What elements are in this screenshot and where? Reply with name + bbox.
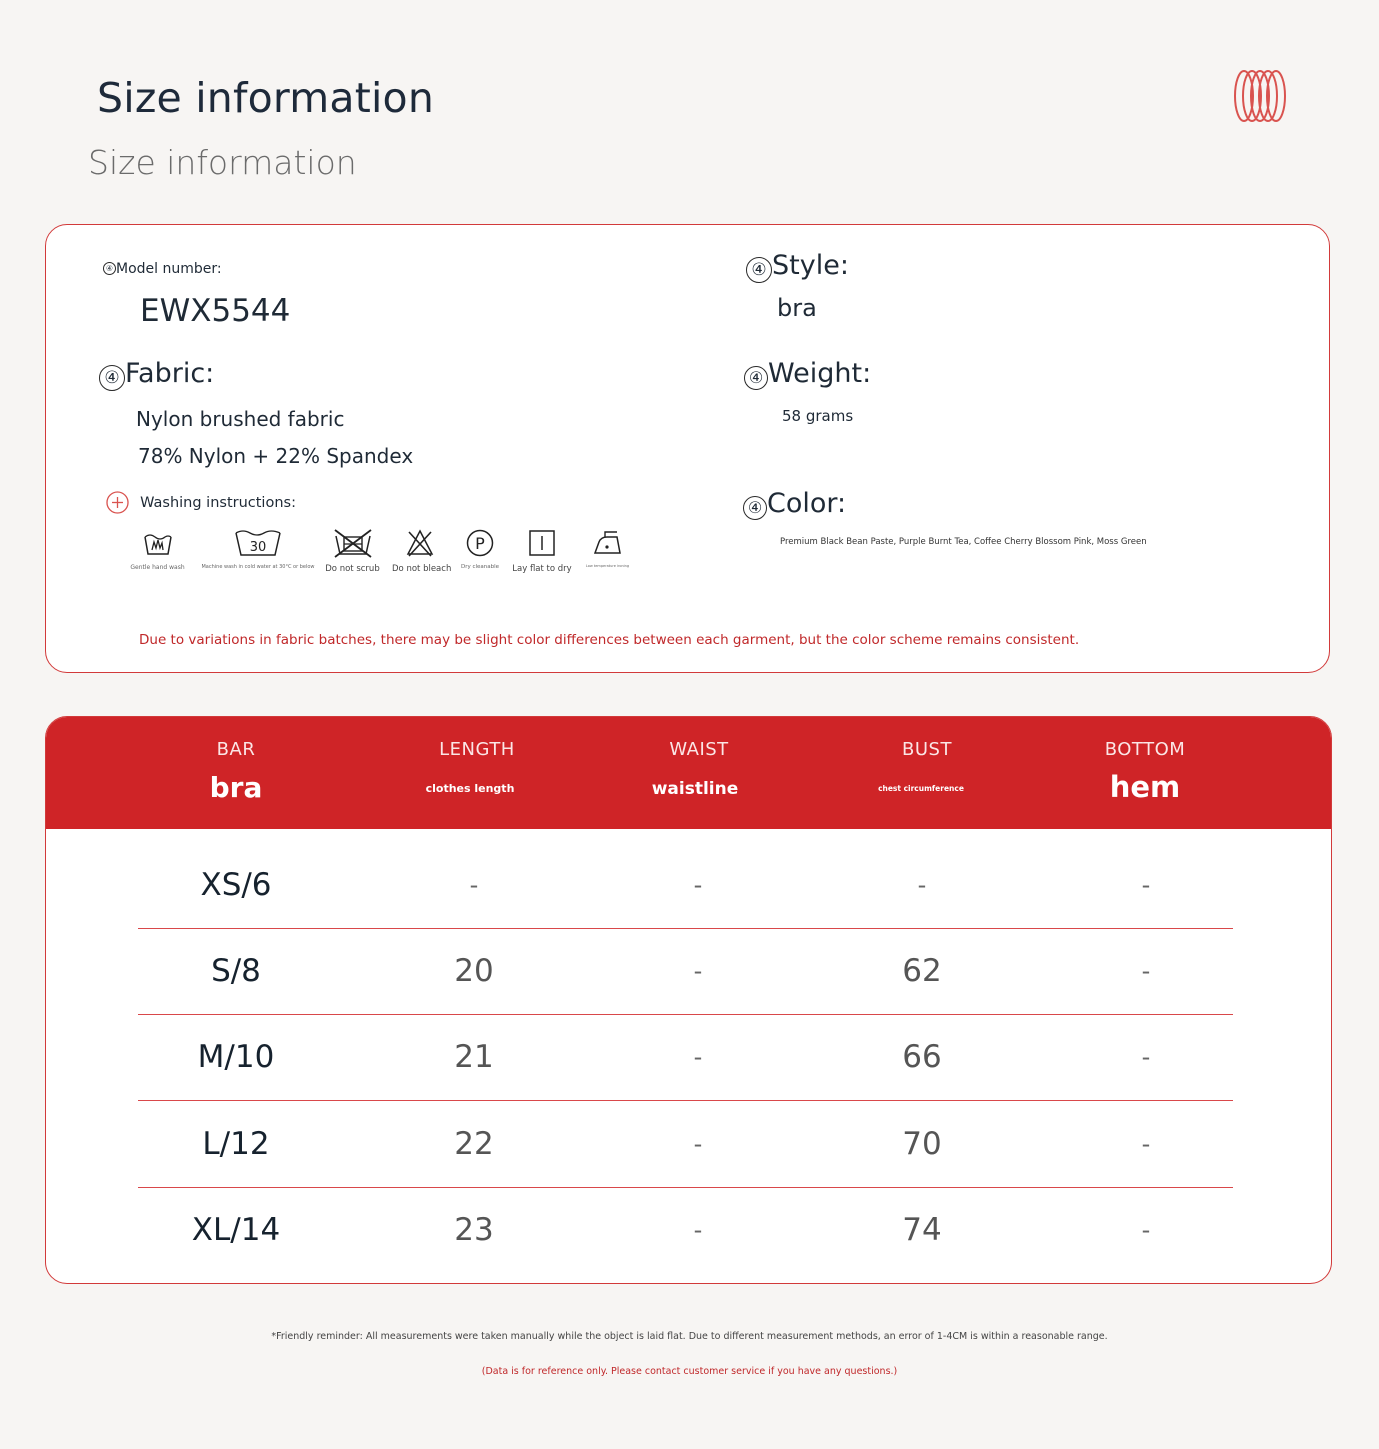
care-lay-flat-dry: Lay flat to dry [512,528,572,574]
measurement-cell: - [693,1130,703,1158]
hand-wash-icon [143,534,172,555]
bullet-icon: ④ [103,262,116,275]
table-row: XS/6 - - - - [138,842,1233,929]
care-low-iron: Low temperature ironing [580,528,635,568]
reference-note: (Data is for reference only. Please cont… [481,1366,898,1377]
bullet-icon: ④ [99,364,125,391]
table-row: L/12 22 - 70 - [138,1101,1233,1188]
bullet-icon: ④ [744,365,768,390]
size-table-header: BAR bra LENGTH clothes length WAIST wais… [46,717,1331,829]
svg-text:30: 30 [250,540,267,555]
table-row: M/10 21 - 66 - [138,1014,1233,1101]
model-number-label: ④ Model number: [103,258,222,277]
plus-circle-icon [106,491,129,514]
measurement-cell: 70 [902,1126,942,1162]
dry-clean-icon: P [466,529,494,557]
measurement-cell: - [1141,1043,1151,1071]
measurement-cell: - [693,1043,703,1071]
care-dry-clean: P Dry cleanable [455,528,505,570]
style-value: bra [777,294,817,322]
color-label: ④ Color: [743,488,846,520]
size-cell: XL/14 [191,1212,281,1248]
care-hand-wash: Gentle hand wash [130,528,185,571]
do-not-bleach-icon [406,529,433,557]
care-icons-row: Gentle hand wash 30 Machine wash in cold… [130,528,640,578]
model-number-value: EWX5544 [140,293,291,329]
measurement-cell: - [1141,871,1151,899]
measurement-cell: 66 [902,1039,942,1075]
style-label: ④ Style: [746,250,849,283]
bullet-icon: ④ [746,256,772,283]
measurement-cell: 62 [902,953,942,989]
page-subtitle: Size information [88,143,357,182]
svg-text:P: P [475,534,485,553]
care-do-not-scrub: Do not scrub [325,528,380,574]
measurement-reminder: *Friendly reminder: All measurements wer… [271,1331,1108,1342]
measurement-cell: - [1141,957,1151,985]
washing-label: Washing instructions: [106,491,296,514]
brand-logo-icon [1234,70,1286,122]
measurement-cell: - [1141,1216,1151,1244]
measurement-cell: 23 [454,1212,494,1248]
size-table: BAR bra LENGTH clothes length WAIST wais… [45,716,1332,1284]
measurement-cell: 22 [454,1126,494,1162]
color-variation-notice: Due to variations in fabric batches, the… [139,632,1080,648]
low-iron-icon [593,531,621,554]
measurement-cell: - [693,871,703,899]
size-cell: XS/6 [200,867,272,903]
care-machine-wash: 30 Machine wash in cold water at 30°C or… [198,528,318,570]
measurement-cell: - [917,871,927,899]
fabric-line-1: Nylon brushed fabric [136,407,345,431]
fabric-line-2: 78% Nylon + 22% Spandex [138,444,414,468]
care-do-not-bleach: Do not bleach [392,528,451,574]
size-cell: L/12 [202,1126,270,1162]
page-title: Size information [97,74,435,122]
weight-value: 58 grams [782,407,854,425]
weight-label: ④ Weight: [744,358,871,390]
measurement-cell: - [1141,1130,1151,1158]
measurement-cell: 21 [454,1039,494,1075]
color-value: Premium Black Bean Paste, Purple Burnt T… [780,537,1147,547]
measurement-cell: 74 [902,1212,942,1248]
table-row: S/8 20 - 62 - [138,928,1233,1015]
size-cell: M/10 [197,1039,275,1075]
measurement-cell: - [693,957,703,985]
size-cell: S/8 [211,953,261,989]
measurement-cell: - [693,1216,703,1244]
bullet-icon: ④ [743,495,767,520]
table-row: XL/14 23 - 74 - [138,1187,1233,1273]
fabric-label: ④ Fabric: [99,358,214,391]
lay-flat-dry-icon [529,530,555,556]
measurement-cell: 20 [454,953,494,989]
do-not-scrub-icon [333,529,372,558]
measurement-cell: - [469,871,479,899]
machine-wash-30-icon: 30 [235,530,281,556]
